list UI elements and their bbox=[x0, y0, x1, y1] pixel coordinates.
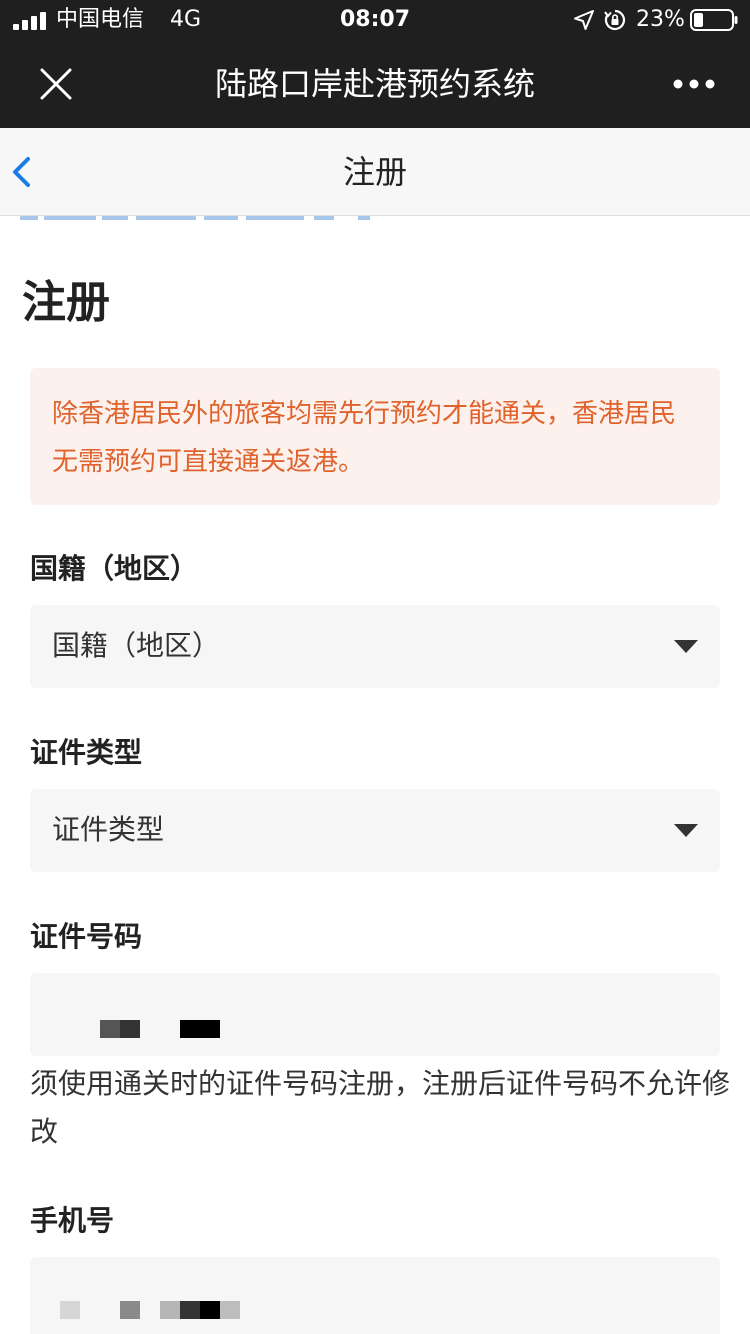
redacted-value bbox=[200, 1301, 220, 1319]
redacted-value bbox=[180, 1301, 200, 1319]
id-number-input[interactable] bbox=[30, 973, 720, 1056]
notice-text: 除香港居民外的旅客均需先行预约才能通关，香港居民无需预约可直接通关返港。 bbox=[52, 399, 677, 477]
redacted-value bbox=[60, 1301, 80, 1319]
nav-title: 注册 bbox=[342, 153, 407, 191]
battery-icon bbox=[690, 9, 738, 31]
notice-box: 除香港居民外的旅客均需先行预约才能通关，香港居民无需预约可直接通关返港。 bbox=[30, 368, 720, 505]
battery-percent: 23% bbox=[636, 7, 685, 32]
phone-input[interactable] bbox=[30, 1257, 720, 1334]
page-nav-bar: 注册 bbox=[0, 128, 750, 216]
caret-down-icon bbox=[674, 824, 698, 837]
nationality-label: 国籍（地区） bbox=[30, 552, 199, 585]
nationality-select-value: 国籍（地区） bbox=[52, 629, 221, 662]
rotation-lock-icon bbox=[604, 9, 626, 31]
redacted-value bbox=[220, 1301, 240, 1319]
caret-down-icon bbox=[674, 640, 698, 653]
redacted-value bbox=[100, 1020, 120, 1038]
app-title-bar: 陆路口岸赴港预约系统 bbox=[0, 40, 750, 128]
id-type-select-value: 证件类型 bbox=[52, 813, 165, 846]
redacted-value bbox=[180, 1020, 220, 1038]
scrolled-link-remnant bbox=[20, 216, 370, 222]
redacted-value bbox=[120, 1020, 140, 1038]
id-number-hint: 须使用通关时的证件号码注册，注册后证件号码不允许修改 bbox=[30, 1067, 731, 1148]
location-icon bbox=[574, 10, 594, 30]
status-bar: 中国电信 4G 08:07 23% bbox=[0, 0, 750, 40]
id-type-label: 证件类型 bbox=[30, 736, 143, 769]
id-type-select[interactable]: 证件类型 bbox=[30, 789, 720, 872]
app-title: 陆路口岸赴港预约系统 bbox=[214, 65, 535, 103]
id-number-label: 证件号码 bbox=[30, 920, 143, 953]
redacted-value bbox=[160, 1301, 180, 1319]
phone-label: 手机号 bbox=[30, 1204, 115, 1237]
redacted-value bbox=[120, 1301, 140, 1319]
page-heading: 注册 bbox=[22, 277, 110, 328]
nationality-select[interactable]: 国籍（地区） bbox=[30, 605, 720, 688]
more-icon[interactable] bbox=[664, 70, 724, 98]
